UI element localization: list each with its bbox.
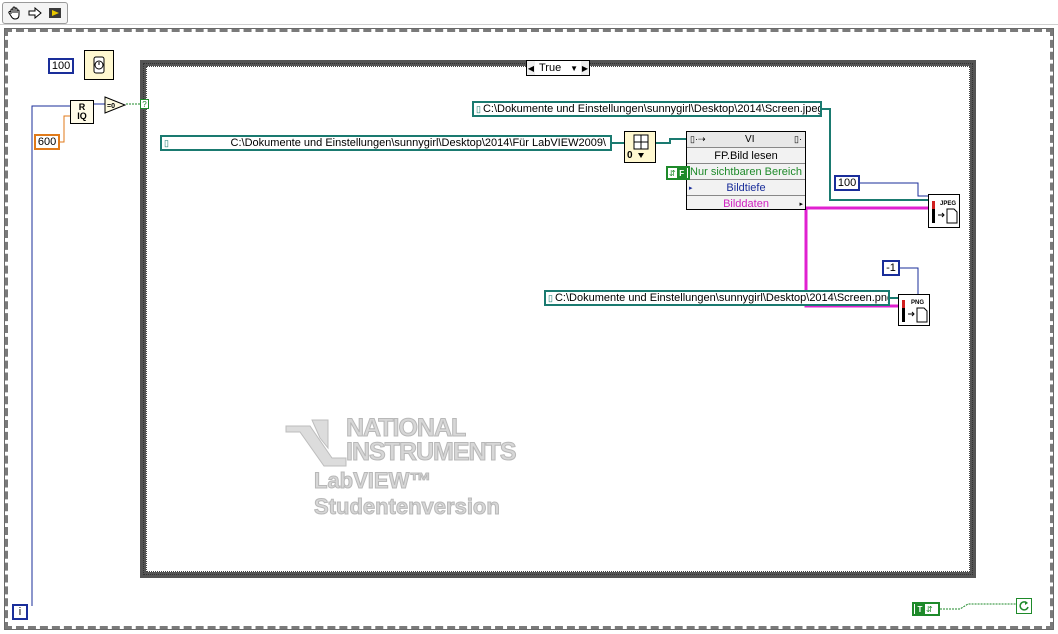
path-icon: ▯ bbox=[476, 103, 481, 114]
visible-area-bool-constant[interactable]: ⇵ F bbox=[666, 166, 690, 180]
highlight-execution-icon[interactable] bbox=[46, 4, 64, 22]
open-ref-zero-label: 0 bbox=[627, 150, 633, 161]
loop-condition-terminal[interactable] bbox=[1016, 598, 1032, 614]
open-vi-reference-function[interactable]: 0 bbox=[624, 131, 656, 163]
invoke-node-header: ▯·⇢ VI ▯· bbox=[687, 132, 805, 148]
reference-icon: ▯·⇢ bbox=[690, 134, 706, 144]
png-compression-constant[interactable]: -1 bbox=[882, 260, 900, 276]
write-jpeg-file-vi[interactable]: JPEG bbox=[928, 194, 960, 228]
param-visible-area-label: Nur sichtbaren Bereich bbox=[690, 165, 802, 178]
continue-loop-icon bbox=[1019, 601, 1029, 611]
jpeg-path-constant[interactable]: ▯ C:\Dokumente und Einstellungen\sunnygi… bbox=[472, 101, 822, 117]
write-png-file-vi[interactable]: PNG bbox=[898, 294, 930, 326]
vi-path-constant[interactable]: ▯ C:\Dokumente und Einstellungen\sunnygi… bbox=[160, 135, 612, 151]
quotient-iq-label: IQ bbox=[77, 111, 87, 121]
case-selector[interactable]: ◀ True ▼ ▶ bbox=[526, 60, 590, 76]
png-path-text: C:\Dokumente und Einstellungen\sunnygirl… bbox=[554, 292, 890, 304]
quotient-remainder-function[interactable]: R IQ bbox=[70, 100, 94, 124]
jpeg-path-text: C:\Dokumente und Einstellungen\sunnygirl… bbox=[482, 103, 822, 115]
invoke-node[interactable]: ▯·⇢ VI ▯· FP.Bild lesen Nur sichtbaren B… bbox=[686, 131, 806, 210]
svg-text:=0: =0 bbox=[107, 103, 115, 110]
wait-ms-constant[interactable]: 100 bbox=[48, 58, 74, 74]
jpeg-file-icon: JPEG bbox=[932, 201, 958, 224]
bool-toggle-icon: ⇵ bbox=[669, 168, 676, 178]
path-icon: ▯ bbox=[164, 137, 169, 148]
png-path-constant[interactable]: ▯ C:\Dokumente und Einstellungen\sunnygi… bbox=[544, 290, 890, 306]
invoke-param-depth[interactable]: ▸ Bildtiefe bbox=[687, 179, 805, 195]
png-label: PNG bbox=[911, 300, 924, 306]
wait-ms-function[interactable] bbox=[84, 50, 114, 80]
bool-toggle-icon: ⇵ bbox=[926, 604, 933, 614]
path-icon: ▯ bbox=[548, 292, 553, 303]
param-depth-label: Bildtiefe bbox=[726, 181, 766, 194]
toolbar-divider bbox=[0, 24, 1058, 25]
param-image-data-label: Bilddaten bbox=[723, 197, 769, 210]
equal-zero-function[interactable]: =0 bbox=[104, 96, 127, 114]
case-next-icon[interactable]: ▶ bbox=[581, 61, 589, 75]
arrow-right-icon[interactable] bbox=[26, 4, 44, 22]
stop-constant[interactable]: T ⇵ bbox=[912, 602, 940, 616]
invoke-method-label: FP.Bild lesen bbox=[714, 149, 778, 162]
vi-path-text: C:\Dokumente und Einstellungen\sunnygirl… bbox=[230, 137, 606, 149]
case-selector-label: True bbox=[539, 62, 562, 74]
invoke-node-class: VI bbox=[745, 134, 755, 145]
reference-out-icon: ▯· bbox=[794, 134, 802, 144]
param-output-arrow-icon: ▸ bbox=[799, 200, 803, 208]
visible-area-bool-value: F bbox=[676, 168, 687, 178]
png-file-icon: PNG bbox=[902, 300, 928, 323]
wait-watch-icon bbox=[93, 56, 105, 74]
jpeg-label: JPEG bbox=[940, 201, 956, 207]
case-prev-icon[interactable]: ◀ bbox=[527, 61, 535, 75]
toolbar bbox=[2, 2, 68, 24]
divisor-constant[interactable]: 600 bbox=[34, 134, 60, 150]
case-selector-terminal[interactable]: ? bbox=[140, 99, 149, 109]
invoke-param-image-data[interactable]: Bilddaten ▸ bbox=[687, 195, 805, 211]
case-dropdown-icon[interactable]: ▼ bbox=[570, 64, 581, 73]
hand-tool-icon[interactable] bbox=[6, 4, 24, 22]
jpeg-quality-constant[interactable]: 100 bbox=[834, 175, 860, 191]
invoke-method[interactable]: FP.Bild lesen bbox=[687, 148, 805, 163]
stop-bool-value: T bbox=[915, 604, 925, 614]
iteration-terminal: i bbox=[12, 604, 28, 620]
param-arrow-icon: ▸ bbox=[689, 184, 693, 192]
invoke-param-visible-area[interactable]: Nur sichtbaren Bereich bbox=[687, 163, 805, 179]
